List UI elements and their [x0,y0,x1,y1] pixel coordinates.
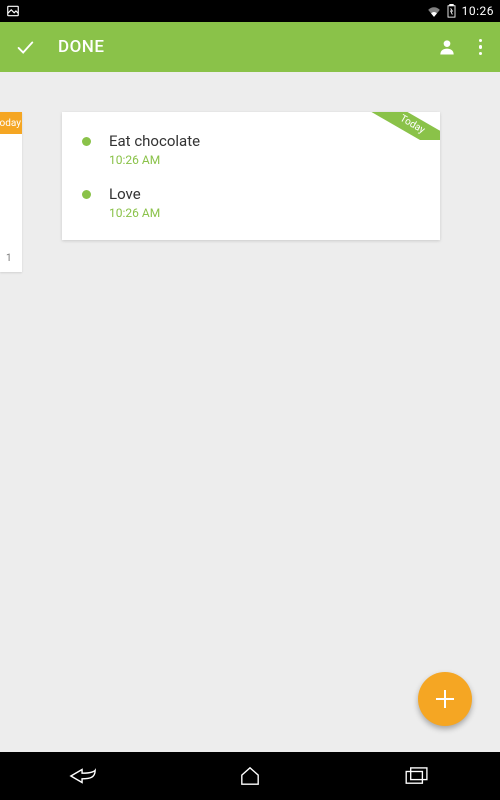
account-icon[interactable] [437,37,457,57]
today-ribbon: Today [368,112,440,140]
status-time: 10:26 [462,4,494,18]
bullet-icon [82,137,91,146]
task-title: Eat chocolate [109,132,200,150]
recents-button[interactable] [387,761,447,791]
bullet-icon [82,190,91,199]
overflow-menu-icon[interactable] [475,35,487,60]
appbar-title: DONE [58,37,104,57]
add-fab[interactable] [418,672,472,726]
side-tag: oday [0,112,22,134]
battery-icon [447,4,456,18]
content-area: oday 1 Today Eat chocolate 10:26 AM Love… [0,72,500,752]
task-row[interactable]: Love 10:26 AM [78,179,424,232]
done-check-icon[interactable] [14,36,36,58]
task-time: 10:26 AM [109,153,200,167]
task-card: Today Eat chocolate 10:26 AM Love 10:26 … [62,112,440,240]
task-time: 10:26 AM [109,206,160,220]
side-drawer-peek[interactable]: oday 1 [0,112,22,272]
home-button[interactable] [220,761,280,791]
picture-icon [6,4,20,18]
back-button[interactable] [53,761,113,791]
plus-icon [436,690,454,708]
wifi-icon [427,5,441,17]
side-count: 1 [6,253,12,264]
task-title: Love [109,185,160,203]
app-bar: DONE [0,22,500,72]
status-bar: 10:26 [0,0,500,22]
nav-bar [0,752,500,800]
